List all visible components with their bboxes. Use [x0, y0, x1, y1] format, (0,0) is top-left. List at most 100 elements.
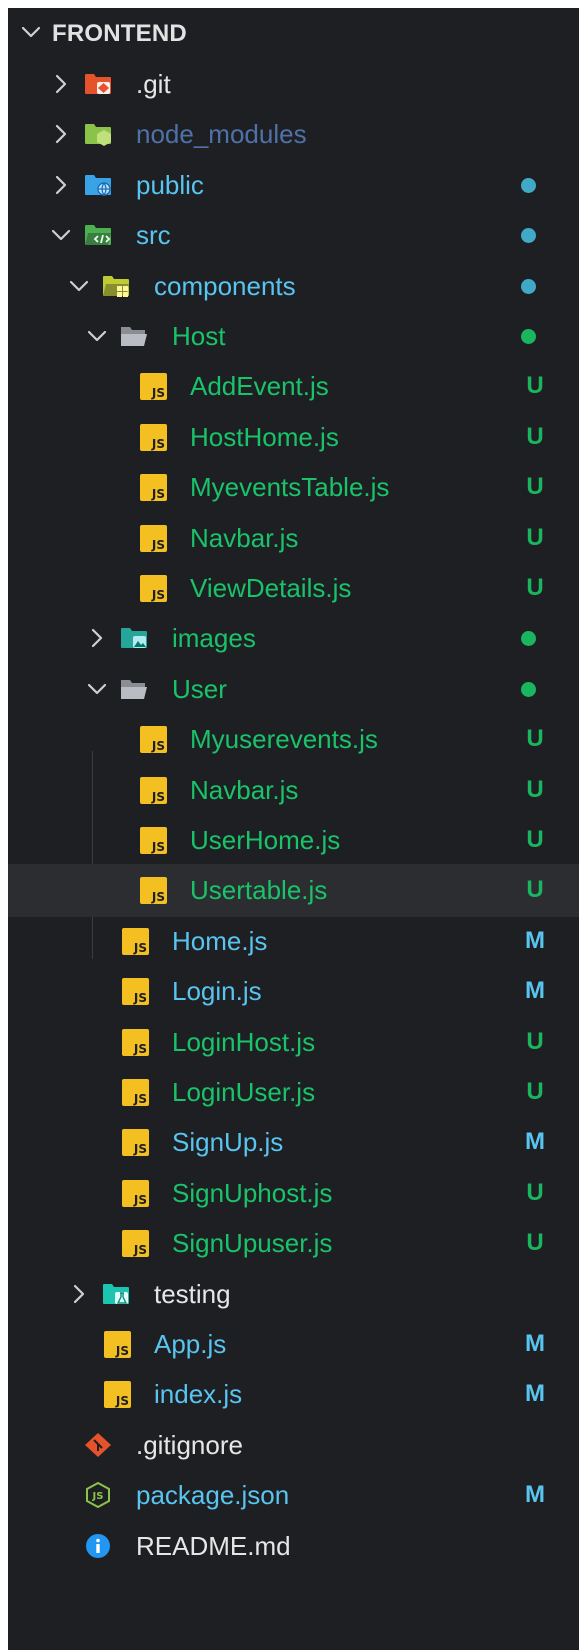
chevron-right-icon[interactable]: [50, 174, 72, 196]
tree-folder-row[interactable]: components: [8, 260, 579, 313]
tree-item-label: components: [154, 270, 296, 301]
explorer-root-header[interactable]: FRONTEND: [8, 8, 579, 58]
git-status-badge: U: [526, 775, 544, 803]
tree-item-label: Home.js: [172, 925, 268, 956]
folder-open-icon: [121, 327, 147, 346]
git-status-badge: U: [526, 1078, 544, 1105]
images-folder-icon: [121, 628, 147, 649]
git-status-badge: U: [526, 725, 544, 753]
tree-folder-row[interactable]: node_modules: [8, 108, 579, 161]
tree-file-row[interactable]: JS Home.js M: [8, 915, 579, 968]
tree-item-label: package.json: [136, 1480, 290, 1511]
tree-item-label: images: [172, 623, 256, 654]
tree-item-label: node_modules: [136, 119, 307, 150]
tree-folder-row[interactable]: public: [8, 159, 579, 212]
chevron-down-icon: [21, 26, 41, 38]
components-folder-icon: [103, 275, 129, 297]
tree-file-row[interactable]: JS SignUp.js M: [8, 1116, 579, 1169]
js-file-icon: JS: [140, 726, 167, 754]
tree-file-row[interactable]: JS MyeventsTable.js U: [8, 461, 579, 514]
js-file-icon: JS: [122, 1230, 149, 1258]
git-status-badge: U: [526, 574, 544, 601]
git-status-badge: M: [525, 926, 545, 954]
git-status-badge: M: [525, 977, 545, 1005]
svg-text:JS: JS: [92, 1491, 104, 1502]
tree-file-row[interactable]: JS Usertable.js U: [8, 864, 579, 918]
chevron-down-icon[interactable]: [86, 325, 108, 347]
git-status-badge: U: [526, 422, 544, 450]
js-file-icon: JS: [122, 927, 149, 955]
tree-file-row[interactable]: JS SignUpuser.js U: [8, 1217, 579, 1270]
chevron-right-icon[interactable]: [50, 73, 72, 95]
tree-folder-row[interactable]: Host: [8, 310, 579, 363]
tree-folder-row[interactable]: User: [8, 663, 579, 716]
testing-folder-icon: [103, 1283, 129, 1304]
tree-item-label: SignUpuser.js: [172, 1228, 333, 1259]
tree-file-row[interactable]: JS AddEvent.js U: [8, 360, 579, 413]
src-folder-icon: [85, 225, 111, 246]
tree-item-label: index.js: [154, 1379, 243, 1410]
tree-item-label: Host: [172, 321, 226, 351]
chevron-right-icon[interactable]: [86, 627, 108, 649]
git-status-badge: M: [525, 1330, 545, 1357]
tree-item-label: LoginHost.js: [172, 1026, 316, 1057]
tree-file-row[interactable]: JS package.json M: [8, 1469, 579, 1522]
tree-file-row[interactable]: JS LoginUser.js U: [8, 1066, 579, 1119]
tree-folder-row[interactable]: testing: [8, 1268, 579, 1321]
tree-item-label: .git: [136, 69, 171, 99]
tree-folder-row[interactable]: .git: [8, 58, 579, 111]
tree-file-row[interactable]: JS Myuserevents.js U: [8, 713, 579, 766]
tree-item-label: HostHome.js: [190, 421, 339, 452]
js-file-icon: JS: [122, 978, 149, 1006]
tree-file-row[interactable]: JS Navbar.js U: [8, 512, 579, 565]
tree-file-row[interactable]: JS Login.js M: [8, 965, 579, 1018]
node-json-icon: JS: [86, 1482, 110, 1509]
git-status-badge: M: [525, 1380, 545, 1408]
git-status-badge: U: [526, 372, 544, 400]
tree-file-row[interactable]: .gitignore: [8, 1419, 579, 1472]
js-file-icon: JS: [122, 1129, 149, 1157]
git-change-dot: [521, 278, 536, 294]
tree-item-label: src: [136, 220, 171, 251]
folder-open-icon: [121, 679, 147, 699]
tree-file-row[interactable]: JS ViewDetails.js U: [8, 562, 579, 615]
tree-item-label: AddEvent.js: [190, 371, 329, 402]
tree-item-label: .gitignore: [136, 1429, 243, 1460]
tree-item-label: User: [172, 673, 227, 704]
js-file-icon: JS: [122, 1028, 149, 1056]
explorer-panel: FRONTEND .git node_modulespublic src compon…: [8, 8, 579, 1650]
tree-folder-row[interactable]: images: [8, 612, 579, 665]
js-file-icon: JS: [122, 1079, 149, 1106]
tree-file-row[interactable]: JS SignUphost.js U: [8, 1167, 579, 1220]
tree-file-row[interactable]: JS Navbar.js U: [8, 764, 579, 817]
js-file-icon: JS: [140, 524, 167, 552]
git-status-badge: M: [525, 1128, 545, 1156]
chevron-right-icon[interactable]: [50, 123, 72, 145]
tree-file-row[interactable]: JS index.js M: [8, 1368, 579, 1421]
chevron-right-icon[interactable]: [68, 1283, 90, 1305]
chevron-down-icon[interactable]: [68, 275, 90, 297]
js-file-icon: JS: [140, 373, 167, 401]
tree-file-row[interactable]: JS LoginHost.js U: [8, 1016, 579, 1069]
tree-item-label: App.js: [154, 1329, 227, 1359]
tree-file-row[interactable]: README.md: [8, 1520, 579, 1573]
node-folder-icon: [85, 124, 111, 147]
js-file-icon: JS: [140, 423, 167, 451]
git-change-dot: [521, 228, 536, 244]
git-status-badge: U: [526, 876, 544, 904]
js-file-icon: JS: [140, 776, 167, 804]
tree-file-row[interactable]: JS HostHome.js U: [8, 411, 579, 464]
git-status-badge: U: [526, 1229, 544, 1257]
tree-item-label: Login.js: [172, 976, 262, 1007]
tree-file-row[interactable]: JS App.js M: [8, 1318, 579, 1371]
js-file-icon: JS: [104, 1381, 131, 1409]
git-icon: [85, 1432, 111, 1457]
chevron-down-icon[interactable]: [86, 678, 108, 700]
git-status-badge: U: [526, 523, 544, 551]
tree-item-label: Myuserevents.js: [190, 724, 378, 755]
tree-folder-row[interactable]: src: [8, 209, 579, 262]
chevron-down-icon[interactable]: [50, 224, 72, 246]
js-file-icon: JS: [140, 827, 167, 854]
tree-item-label: SignUp.js: [172, 1127, 284, 1158]
tree-file-row[interactable]: JS UserHome.js U: [8, 814, 579, 867]
